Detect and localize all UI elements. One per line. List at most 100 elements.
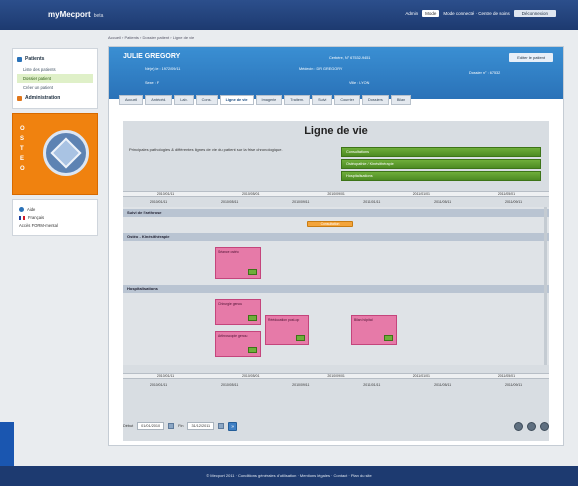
from-label: Début xyxy=(123,424,134,428)
event-card[interactable]: Rééducation post-op xyxy=(265,315,309,345)
to-date-input[interactable]: 31/12/2011 xyxy=(187,422,215,430)
zoom-out-button[interactable] xyxy=(514,421,523,431)
tab-lifeline[interactable]: Ligne de vie xyxy=(219,95,254,105)
lane-osteo: Ostéo - Kinésithérapie xyxy=(123,233,549,241)
consultation-bar[interactable]: Consultation xyxy=(307,221,353,227)
event-card-label: Rééducation post-op xyxy=(268,318,300,322)
legend-item-hospital[interactable]: Hospitalisations xyxy=(341,171,541,181)
main-panel: JULIE GREGORY Né(e) le : 1972/09/11 Méde… xyxy=(108,46,564,446)
footer: © Mecport 2011 · Conditions générales d'… xyxy=(0,466,578,486)
axis-sub: 2010/01/11 2010/05/11 2010/09/11 2011/01… xyxy=(123,200,549,204)
zoom-reset-button[interactable] xyxy=(527,421,536,431)
help-label: Aide xyxy=(27,207,36,212)
tab-bilan[interactable]: Bilan xyxy=(390,95,412,105)
mode-select[interactable]: Mode xyxy=(422,10,440,17)
axis-tick: 2010/09/11 xyxy=(292,383,310,387)
patient-sex: Sexe : F xyxy=(145,81,160,85)
axis-tick: 2010/01/11 xyxy=(149,383,168,387)
help-icon xyxy=(19,207,24,212)
axis-tick: 2010/05/01 xyxy=(242,192,260,196)
axis-tick: 2011/01/01 xyxy=(412,192,430,196)
patients-icon xyxy=(17,56,22,62)
axis-tick: 2010/01/11 xyxy=(156,374,175,378)
event-card[interactable]: Séance ostéo xyxy=(215,247,261,279)
tab-dossiers[interactable]: Dossiers xyxy=(362,95,389,105)
calendar-icon[interactable] xyxy=(218,423,225,429)
timeline-scrollbar[interactable] xyxy=(544,207,547,365)
patient-city: Ville : LYON xyxy=(349,81,370,85)
tab-lab[interactable]: Lab. xyxy=(174,95,194,105)
french-flag-icon xyxy=(19,215,25,220)
lane-arthrose: Suivi de l'arthrose xyxy=(123,209,549,217)
event-card[interactable]: Bilan hôpital xyxy=(351,315,397,345)
axis-tick: 2010/05/11 xyxy=(221,200,239,204)
apply-dates-button[interactable]: » xyxy=(228,421,238,431)
lane-hospital: Hospitalisations xyxy=(123,285,549,293)
logo-text: myMecport xyxy=(48,10,91,19)
event-chip-icon xyxy=(248,347,257,353)
timeline-area[interactable]: Suivi de l'arthrose Consultation Ostéo -… xyxy=(123,207,549,365)
axis-bottom-sub: 2010/01/11 2010/05/11 2010/09/11 2011/01… xyxy=(123,383,549,387)
calendar-icon[interactable] xyxy=(168,423,175,429)
tab-suivi[interactable]: Suivi xyxy=(312,95,333,105)
legend-item-osteo[interactable]: Ostéopathie / Kinésithérapie xyxy=(341,159,541,169)
language-label: Français xyxy=(28,215,45,220)
axis-tick: 2011/01/01 xyxy=(412,374,430,378)
lifeline-intro: Principales pathologies & différentes li… xyxy=(129,147,283,152)
legend-item-consultations[interactable]: Consultations xyxy=(341,147,541,157)
axis-tick: 2011/01/11 xyxy=(363,200,381,204)
axis-tick: 2010/05/11 xyxy=(221,383,239,387)
breadcrumb: Accueil › Patients › Dossier patient › L… xyxy=(108,35,195,40)
edit-patient-button[interactable]: Editer le patient xyxy=(509,53,553,62)
patient-birth: Né(e) le : 1972/09/11 xyxy=(145,67,181,71)
patient-file-number: Dossier n° : 67532 xyxy=(469,71,501,75)
osteo-promo-banner[interactable]: O S T E O xyxy=(12,113,98,195)
axis-tick: 2011/09/11 xyxy=(505,383,523,387)
sidebar-section-patients[interactable]: Patients xyxy=(17,56,93,62)
to-label: Fin xyxy=(178,424,184,428)
patient-header: JULIE GREGORY Né(e) le : 1972/09/11 Méde… xyxy=(109,47,563,99)
event-card-label: Séance ostéo xyxy=(218,250,239,254)
promo-letters: O S T E O xyxy=(20,124,25,174)
app-logo[interactable]: myMecport beta xyxy=(48,10,103,19)
date-toolbar: Début 01/01/2010 Fin 31/12/2011 » xyxy=(123,419,549,433)
sidebar-item-create-patient[interactable]: Créer un patient xyxy=(17,83,93,92)
tab-consultations[interactable]: Cons. xyxy=(195,95,218,105)
logout-button[interactable]: Déconnexion xyxy=(513,10,556,17)
from-date-input[interactable]: 01/01/2010 xyxy=(137,422,165,430)
tab-antecedents[interactable]: Antécéd. xyxy=(145,95,173,105)
zoom-in-button[interactable] xyxy=(540,421,549,431)
event-card-label: Bilan hôpital xyxy=(354,318,373,322)
lang-box: Aide Français Accès FORM-mental xyxy=(12,199,98,236)
axis-tick: 2010/09/11 xyxy=(292,200,310,204)
promo-letter: O xyxy=(20,166,25,172)
axis-tick: 2010/01/11 xyxy=(156,192,175,196)
event-card[interactable]: Chirurgie genou xyxy=(215,299,261,325)
promo-letter: T xyxy=(20,146,24,152)
axis-tick: 2010/09/01 xyxy=(327,374,345,378)
help-link[interactable]: Aide xyxy=(19,207,91,212)
patient-name: JULIE GREGORY xyxy=(123,53,181,60)
event-card[interactable]: Arthroscopie genou xyxy=(215,331,261,357)
event-card-label: Chirurgie genou xyxy=(218,302,243,306)
sidebar-section-admin[interactable]: Administration xyxy=(17,95,93,101)
tab-imagerie[interactable]: Imagerie xyxy=(255,95,283,105)
event-chip-icon xyxy=(384,335,393,341)
language-select[interactable]: Français xyxy=(19,215,91,220)
event-card-label: Arthroscopie genou xyxy=(218,334,248,338)
sidebar-nav: Patients Liste des patients Dossier pati… xyxy=(12,48,98,109)
form-mental-link[interactable]: Accès FORM-mental xyxy=(19,223,91,228)
axis-tick: 2010/01/11 xyxy=(149,200,168,204)
sidebar-item-patient-file[interactable]: Dossier patient xyxy=(17,74,93,83)
axis-top: 2010/01/11 2010/05/01 2010/09/01 2011/01… xyxy=(123,192,549,196)
tab-traitements[interactable]: Traitem. xyxy=(284,95,311,105)
sidebar: Patients Liste des patients Dossier pati… xyxy=(12,48,98,236)
logo-sub: beta xyxy=(93,13,104,19)
patient-right-info: Cerbère, N° 67532-9451 xyxy=(329,56,371,60)
sidebar-item-patient-list[interactable]: Liste des patients xyxy=(17,65,93,74)
patient-tabs: Accueil Antécéd. Lab. Cons. Ligne de vie… xyxy=(119,95,412,105)
axis-tick: 2010/09/01 xyxy=(327,192,345,196)
tab-courrier[interactable]: Courrier xyxy=(334,95,361,105)
axis-tick: 2010/05/01 xyxy=(242,374,260,378)
tab-accueil[interactable]: Accueil xyxy=(119,95,144,105)
